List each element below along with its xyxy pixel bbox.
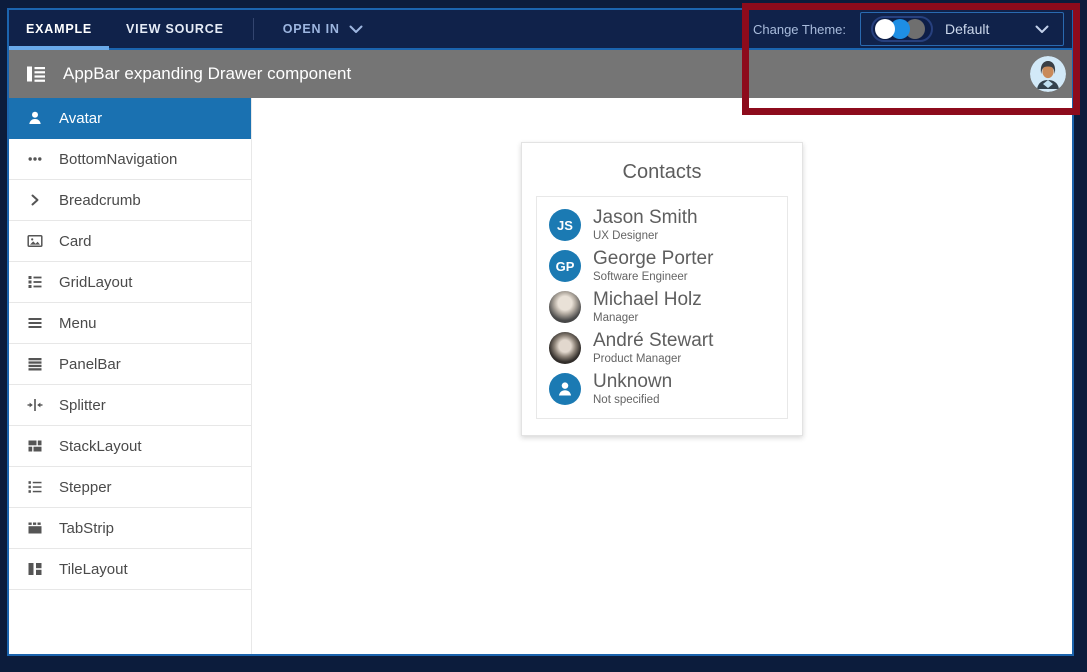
tab-open-in[interactable]: OPEN IN xyxy=(266,10,380,48)
content-area: Contacts JS Jason Smith UX Designer GP G… xyxy=(252,98,1072,654)
contact-text: Unknown Not specified xyxy=(593,371,672,408)
drawer-item-stepper[interactable]: Stepper xyxy=(9,467,251,508)
contact-role: Not specified xyxy=(593,394,660,406)
contact-role: Product Manager xyxy=(593,353,682,365)
drawer-menu-icon xyxy=(26,65,46,83)
panelbar-icon xyxy=(27,356,43,372)
contact-list: JS Jason Smith UX Designer GP George Por… xyxy=(536,196,788,419)
drawer-menu-button[interactable] xyxy=(23,61,49,87)
drawer-item-bottomnavigation[interactable]: BottomNavigation xyxy=(9,139,251,180)
drawer-item-label: TabStrip xyxy=(59,519,115,537)
contact-unknown-avatar xyxy=(549,373,581,405)
contact-text: André Stewart Product Manager xyxy=(593,330,713,367)
user-avatar-illustration-icon xyxy=(1030,56,1066,92)
drawer-item-label: Avatar xyxy=(59,109,103,127)
user-avatar[interactable] xyxy=(1030,56,1066,92)
topbar-divider xyxy=(252,18,254,40)
contact-text: George Porter Software Engineer xyxy=(593,248,713,285)
contact-name: Unknown xyxy=(593,371,673,392)
person-icon xyxy=(556,380,574,398)
breadcrumb-icon xyxy=(27,192,43,208)
theme-dot-white xyxy=(875,19,895,39)
contact-initials-avatar: GP xyxy=(549,250,581,282)
menu-icon xyxy=(27,315,43,331)
contacts-card: Contacts JS Jason Smith UX Designer GP G… xyxy=(521,142,803,436)
card-icon xyxy=(27,233,43,249)
top-nav-bar: EXAMPLE VIEW SOURCE OPEN IN Change Theme… xyxy=(9,10,1072,50)
stack-layout-icon xyxy=(27,438,43,454)
contact-row: André Stewart Product Manager xyxy=(549,328,775,369)
contact-name: George Porter xyxy=(593,248,714,269)
drawer-item-breadcrumb[interactable]: Breadcrumb xyxy=(9,180,251,221)
bottom-navigation-icon xyxy=(27,151,43,167)
contact-text: Jason Smith UX Designer xyxy=(593,207,698,244)
drawer-item-tabstrip[interactable]: TabStrip xyxy=(9,508,251,549)
appbar-title: AppBar expanding Drawer component xyxy=(63,64,352,83)
contact-row: Michael Holz Manager xyxy=(549,287,775,328)
tab-view-source-label: VIEW SOURCE xyxy=(126,22,224,36)
contact-name: Jason Smith xyxy=(593,207,698,228)
drawer-item-tilelayout[interactable]: TileLayout xyxy=(9,549,251,590)
tab-example[interactable]: EXAMPLE xyxy=(9,10,110,50)
theme-toggle-switch[interactable] xyxy=(871,16,933,42)
drawer-item-stacklayout[interactable]: StackLayout xyxy=(9,426,251,467)
tab-view-source[interactable]: VIEW SOURCE xyxy=(109,10,241,48)
drawer-item-label: Card xyxy=(59,232,92,250)
drawer-item-splitter[interactable]: Splitter xyxy=(9,385,251,426)
contact-name: André Stewart xyxy=(593,330,714,351)
drawer-item-card[interactable]: Card xyxy=(9,221,251,262)
tab-example-label: EXAMPLE xyxy=(26,22,93,36)
avatar-icon xyxy=(27,110,43,126)
drawer-item-label: Menu xyxy=(59,314,97,332)
drawer-item-label: Splitter xyxy=(59,396,106,414)
stepper-icon xyxy=(27,479,43,495)
contacts-card-title: Contacts xyxy=(622,161,702,183)
splitter-icon xyxy=(27,397,43,413)
tab-open-in-label: OPEN IN xyxy=(282,22,340,36)
contact-name: Michael Holz xyxy=(593,289,702,310)
change-theme-label: Change Theme: xyxy=(753,21,846,37)
contact-role: UX Designer xyxy=(593,230,659,242)
contact-text: Michael Holz Manager xyxy=(593,289,702,326)
drawer-item-gridlayout[interactable]: GridLayout xyxy=(9,262,251,303)
contact-row: Unknown Not specified xyxy=(549,369,775,410)
contact-initials-avatar: JS xyxy=(549,209,581,241)
tile-layout-icon xyxy=(27,561,43,577)
chevron-down-icon xyxy=(349,25,363,34)
drawer-item-label: BottomNavigation xyxy=(59,150,178,168)
contact-row: GP George Porter Software Engineer xyxy=(549,246,775,287)
contact-photo-avatar xyxy=(549,291,581,323)
contact-role: Manager xyxy=(593,312,639,324)
drawer-item-label: GridLayout xyxy=(59,273,133,291)
contact-role: Software Engineer xyxy=(593,271,688,283)
main-area: Avatar BottomNavigation Breadcrumb Card xyxy=(9,98,1072,654)
drawer-item-label: Stepper xyxy=(59,478,112,496)
drawer-item-label: TileLayout xyxy=(59,560,128,578)
theme-select-value: Default xyxy=(945,21,990,37)
contact-photo-avatar xyxy=(549,332,581,364)
contact-row: JS Jason Smith UX Designer xyxy=(549,205,775,246)
drawer-item-label: PanelBar xyxy=(59,355,121,373)
drawer-item-avatar[interactable]: Avatar xyxy=(9,98,251,139)
page-frame: EXAMPLE VIEW SOURCE OPEN IN Change Theme… xyxy=(7,8,1074,656)
chevron-down-icon xyxy=(1035,25,1049,34)
theme-select-dropdown[interactable]: Default xyxy=(860,12,1064,46)
drawer-item-label: Breadcrumb xyxy=(59,191,141,209)
drawer-item-menu[interactable]: Menu xyxy=(9,303,251,344)
tab-strip-icon xyxy=(27,520,43,536)
app-bar: AppBar expanding Drawer component xyxy=(9,50,1072,98)
grid-layout-icon xyxy=(27,274,43,290)
drawer-item-panelbar[interactable]: PanelBar xyxy=(9,344,251,385)
drawer-item-label: StackLayout xyxy=(59,437,142,455)
drawer-nav: Avatar BottomNavigation Breadcrumb Card xyxy=(9,98,252,654)
